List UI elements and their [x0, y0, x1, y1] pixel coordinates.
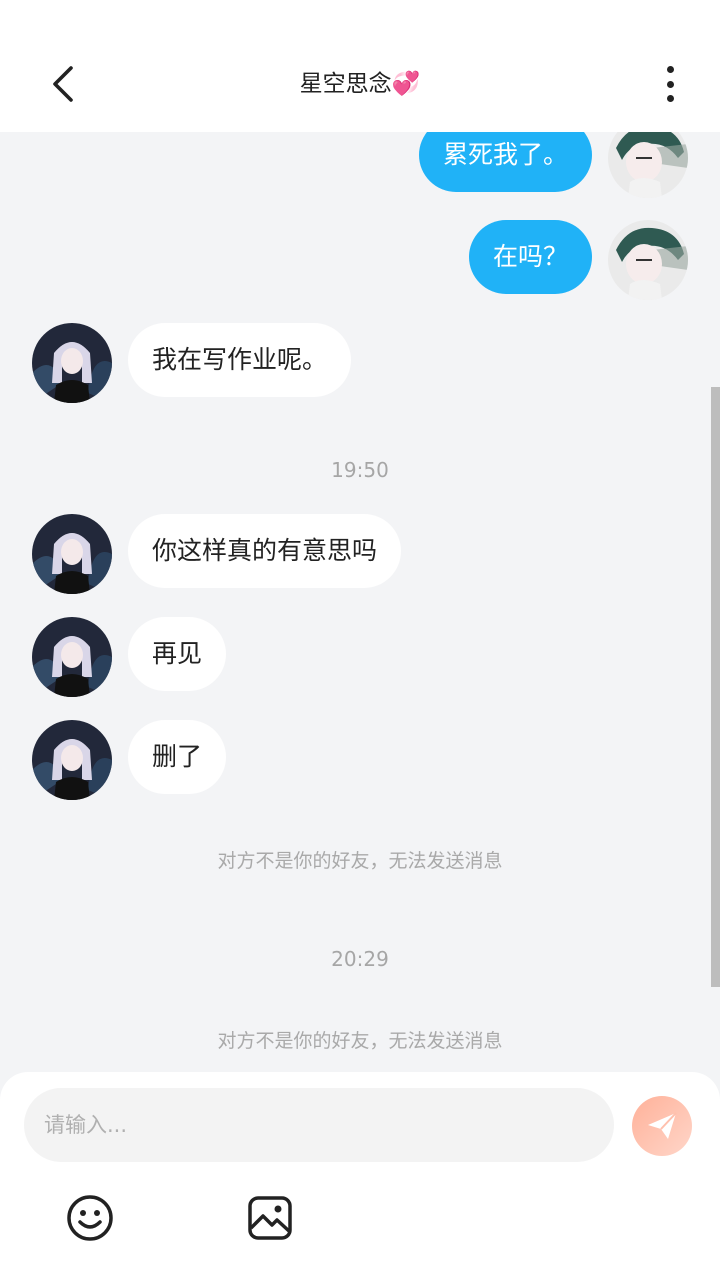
message-bubble-incoming[interactable]: 删了 [128, 720, 227, 794]
composer-panel [0, 1072, 720, 1280]
contact-avatar[interactable] [32, 514, 112, 594]
message-bubble-incoming[interactable]: 再见 [128, 617, 227, 691]
message-bubble-incoming[interactable]: 我在写作业呢。 [128, 323, 352, 397]
paper-plane-icon [648, 1112, 677, 1139]
message-bubble-incoming[interactable]: 你这样真的有意思吗 [128, 514, 402, 588]
message-bubble-outgoing[interactable]: 在吗？ [468, 220, 592, 294]
image-button[interactable] [246, 1194, 294, 1242]
system-notice: 对方不是你的好友，无法发送消息 [217, 850, 503, 872]
chevron-left-icon [53, 66, 73, 102]
my-avatar[interactable] [608, 220, 688, 300]
timestamp: 20:29 [331, 947, 389, 971]
more-vertical-icon [666, 66, 674, 73]
emoji-button[interactable] [66, 1194, 114, 1242]
chat-header: 星空思念💞 [0, 0, 720, 132]
scrollbar[interactable] [711, 387, 720, 987]
system-notice: 对方不是你的好友，无法发送消息 [217, 1030, 503, 1052]
send-button[interactable] [632, 1096, 692, 1156]
more-options-button[interactable] [646, 62, 694, 106]
my-avatar[interactable] [608, 132, 688, 198]
message-bubble-outgoing[interactable]: 累死我了。 [418, 132, 592, 192]
contact-avatar[interactable] [32, 617, 112, 697]
image-icon [248, 1196, 292, 1240]
smiley-icon [67, 1195, 113, 1241]
contact-avatar[interactable] [32, 323, 112, 403]
chat-title: 星空思念💞 [299, 71, 421, 97]
back-button[interactable] [40, 60, 88, 108]
timestamp: 19:50 [331, 458, 389, 482]
message-input[interactable] [24, 1088, 614, 1162]
message-list[interactable]: 累死我了。 在吗？ 我在写作业呢。 19:50 你这样真的有意思吗 再见 删了 … [0, 132, 720, 1072]
contact-avatar[interactable] [32, 720, 112, 800]
